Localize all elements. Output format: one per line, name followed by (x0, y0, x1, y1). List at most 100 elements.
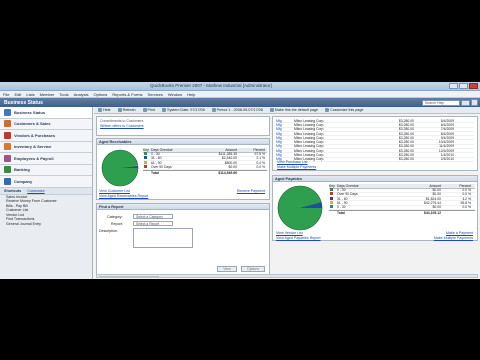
sidebar-item-label: Business Status (14, 109, 46, 115)
search-input[interactable]: Search Help (422, 99, 460, 106)
vendor-transactions-panel: Mfg Mikro Leasing Corp. $3,280.00 5/4/2009 M… (272, 116, 478, 171)
payables-pie-chart (277, 185, 323, 231)
toolbar-icon (162, 108, 167, 112)
report-select[interactable]: Select a Report (133, 221, 173, 226)
menu-item[interactable]: Window (168, 92, 182, 97)
help-icon[interactable] (471, 99, 478, 106)
toolbar-icon (325, 108, 330, 112)
total-amount: $44,105.12 (424, 210, 441, 215)
column-header: Key (329, 183, 335, 188)
key-swatch (144, 156, 147, 160)
menu-item[interactable]: File (3, 92, 9, 97)
options-button[interactable]: Options (241, 266, 265, 272)
key-swatch (330, 201, 333, 205)
toolbar-item[interactable]: Period 1 - 2008-09-07/17/08 (211, 108, 263, 112)
nav-section-icon (4, 166, 11, 174)
toolbar-label: Customize this page (330, 108, 364, 112)
total-row: Total $44,105.12 (329, 209, 475, 215)
view-aged-payables-link[interactable]: View Aged Payables Report (276, 236, 321, 241)
receive-payment-link[interactable]: Receive Payment (237, 189, 265, 193)
payables-table: Key Days Overdue Amount Percent 0 - 30 $0.00 0… (329, 184, 475, 215)
total-amount: $114,549.66 (218, 170, 237, 175)
sidebar-item[interactable]: Vendors & Purchases (0, 130, 92, 142)
page-title: Business Status (4, 99, 43, 106)
table-row: Over 90 Days $0.00 0.0 % (143, 165, 267, 170)
sidebar-item[interactable]: Company (0, 176, 92, 188)
category-label: Category: (107, 215, 123, 219)
toolbar-item[interactable]: Refresh (117, 108, 136, 112)
sidebar-item[interactable]: Inventory & Service (0, 141, 92, 153)
key-swatch (330, 196, 333, 200)
nav-section-icon (4, 131, 11, 139)
menu-item[interactable]: Services (148, 92, 163, 97)
column-header: Key (143, 147, 149, 152)
menu-bar: File Edit Lists Member Tools Analysis Options R… (0, 91, 480, 98)
page-toolbar: Hide Refresh Print System Date: 07/17/08 Per… (94, 107, 480, 114)
aged-payables-panel: Aged Payables Key Days Overdue Amount Perce… (272, 175, 478, 241)
toolbar-label: Print (147, 108, 156, 112)
toolbar-icon (142, 108, 147, 112)
percent-cell: 0.0 % (256, 165, 265, 170)
toolbar-item[interactable]: Hide (98, 108, 111, 112)
sidebar: Business Status Customers & Sales Vendors … (0, 107, 93, 279)
receivables-pie-chart (101, 149, 139, 187)
application-window: QuickBooks Premier 2007 - Mathew Industr… (0, 82, 480, 279)
view-aged-receivables-link[interactable]: View Aged Receivables Report (99, 194, 148, 199)
key-cell (329, 205, 337, 209)
menu-item[interactable]: Analysis (74, 92, 89, 97)
menu-item[interactable]: Lists (26, 92, 34, 97)
percent-cell: 0.0 % (462, 205, 471, 210)
menu-item[interactable]: Help (187, 92, 195, 97)
shortcut-item[interactable]: General Journal Entry (0, 222, 92, 227)
video-frame: QuickBooks Premier 2007 - Mathew Industr… (0, 0, 480, 360)
make-multiple-payments-top-link[interactable]: Make Multiple Payments (277, 165, 316, 170)
sidebar-item[interactable]: Customers & Sales (0, 118, 92, 130)
sidebar-item[interactable]: Business Status (0, 107, 92, 119)
nav-section-icon (4, 143, 11, 151)
sidebar-item[interactable]: Employees & Payroll (0, 153, 92, 165)
toolbar-item[interactable]: Customize this page (325, 108, 363, 112)
find-report-title: Find a Report (97, 204, 269, 210)
written-offers-link[interactable]: Written offers to Customers (100, 124, 266, 129)
view-button[interactable]: View (217, 266, 237, 272)
toolbar-label: Hide (103, 108, 111, 112)
shortcuts-title: Shortcuts (4, 188, 22, 193)
toolbar-item[interactable]: System Date: 07/17/08 (162, 108, 205, 112)
sidebar-item-label: Inventory & Service (14, 144, 52, 150)
menu-item[interactable]: Reports & Forms (112, 92, 142, 97)
receivables-table: Key Days Overdue Amount Percent 0 - 30 $111,2… (143, 148, 267, 175)
make-multiple-payments-link[interactable]: Make Multiple Payments (434, 236, 473, 241)
menu-item[interactable]: Tools (59, 92, 68, 97)
aged-receivables-panel: Aged Receivables Key Days Overdue Amount Pe… (96, 138, 270, 200)
scrollbar-thumb[interactable] (99, 275, 159, 278)
find-report-panel: Find a Report Category: Select a Categor… (96, 203, 270, 275)
sidebar-item[interactable]: Banking (0, 164, 92, 176)
search-go-button[interactable] (461, 99, 470, 106)
maximize-button[interactable] (459, 83, 468, 89)
key-cell (143, 165, 151, 169)
commitments-panel: Commitments to Customers Written offers … (96, 116, 270, 136)
close-button[interactable] (469, 83, 478, 89)
minimize-button[interactable] (449, 83, 458, 89)
key-swatch (330, 188, 333, 192)
menu-item[interactable]: Edit (14, 92, 21, 97)
key-swatch (144, 165, 147, 169)
aged-payables-title: Aged Payables (273, 176, 477, 182)
menu-item[interactable]: Member (40, 92, 55, 97)
amount-cell: $3,280.00 (398, 157, 414, 162)
sidebar-item-label: Vendors & Purchases (14, 132, 56, 138)
nav-section-icon (4, 154, 11, 162)
aged-receivables-title: Aged Receivables (97, 139, 269, 145)
toolbar-item[interactable]: Make this the default page (269, 108, 318, 112)
shortcuts-header: Shortcuts Customize (0, 187, 92, 195)
customize-link[interactable]: Customize (27, 189, 44, 193)
horizontal-scrollbar[interactable] (96, 274, 478, 278)
sidebar-item-label: Customers & Sales (14, 121, 51, 127)
vendor-transactions-table: Mfg Mikro Leasing Corp. $3,280.00 5/4/2009 M… (276, 119, 474, 162)
report-label: Report: (111, 222, 123, 226)
toolbar-item[interactable]: Print (142, 108, 156, 112)
menu-item[interactable]: Options (94, 92, 108, 97)
description-box (133, 228, 193, 248)
sidebar-item-label: Company (14, 178, 33, 184)
category-select[interactable]: Select a Category (133, 214, 173, 219)
